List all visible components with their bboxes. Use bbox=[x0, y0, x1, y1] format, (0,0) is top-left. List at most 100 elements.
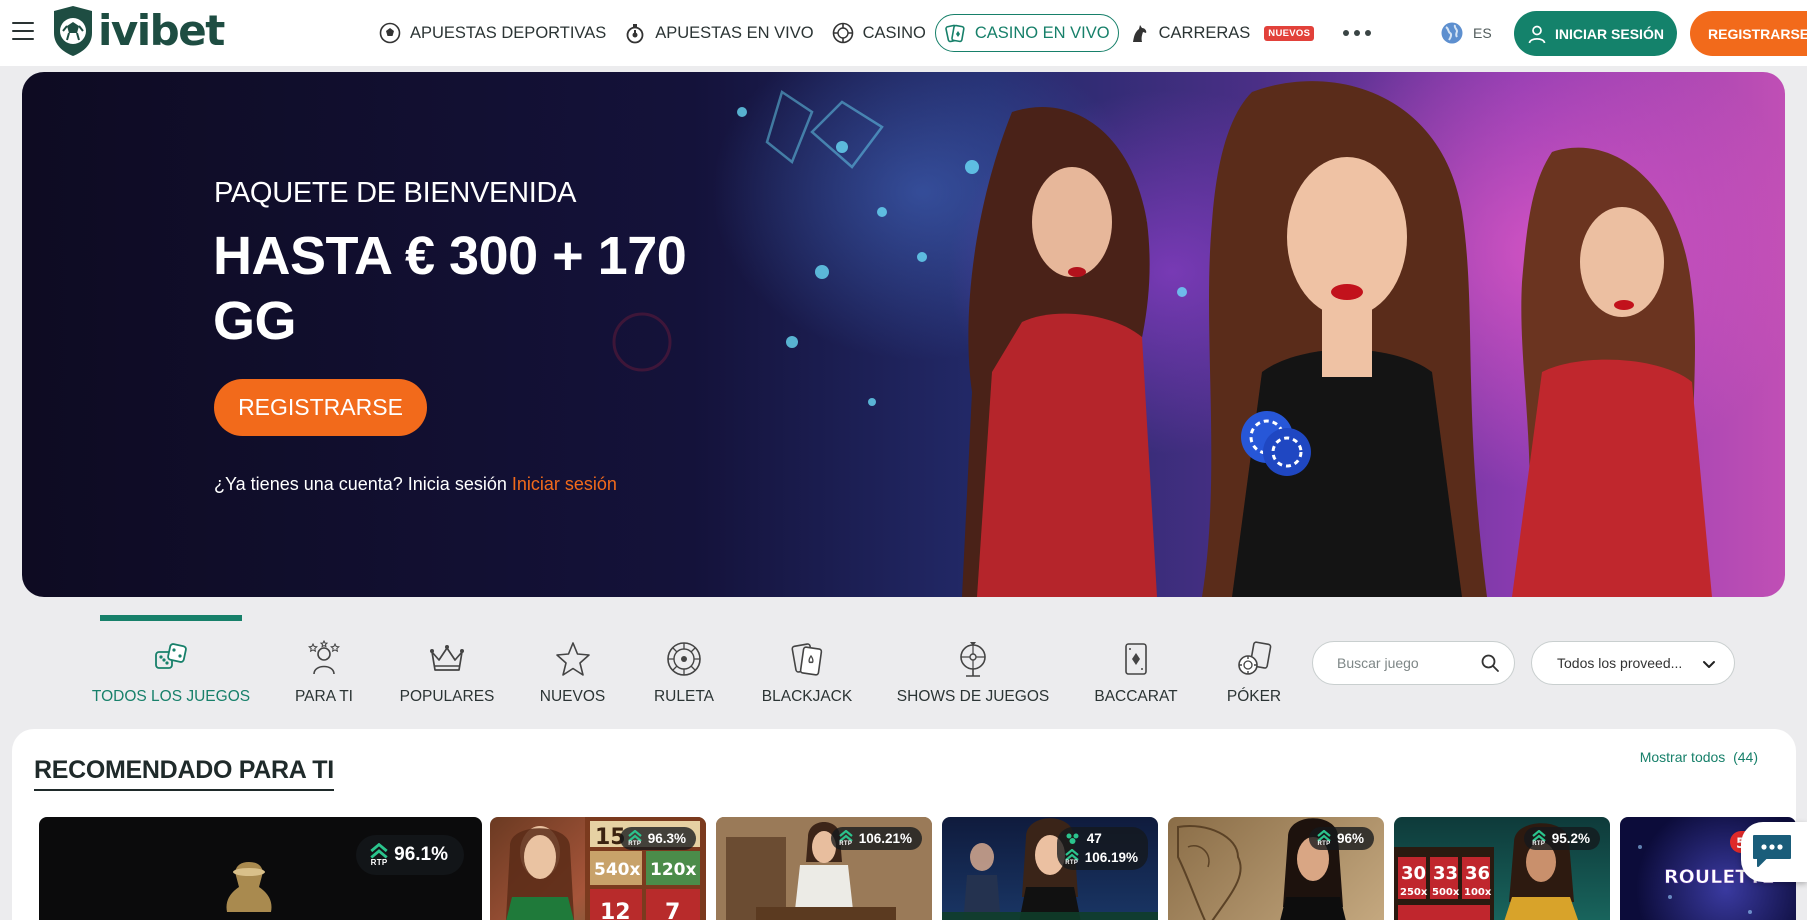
tab-all-games[interactable]: TODOS LOS JUEGOS bbox=[92, 615, 250, 715]
nav-live-casino[interactable]: CASINO EN VIVO bbox=[934, 14, 1119, 52]
nav-casino-label: CASINO bbox=[862, 23, 926, 42]
game-card[interactable]: RTP 106.21% bbox=[716, 817, 932, 920]
cards-icon bbox=[944, 22, 966, 44]
tile-number: 36 bbox=[1465, 863, 1490, 884]
nav-sports[interactable]: APUESTAS DEPORTIVAS bbox=[370, 14, 615, 52]
rtp-value: 96.1% bbox=[394, 844, 448, 865]
new-badge: NUEVOS bbox=[1264, 25, 1315, 41]
game-card[interactable]: 30 33 36 250x 500x 100x RTP 95.2% bbox=[1394, 817, 1610, 920]
tab-new-label: NUEVOS bbox=[539, 688, 606, 705]
more-menu-button[interactable] bbox=[1341, 24, 1373, 42]
rtp-value: 106.19% bbox=[1084, 850, 1138, 865]
nav-casino[interactable]: CASINO bbox=[823, 14, 935, 52]
rtp-value: 96.3% bbox=[647, 831, 686, 846]
tab-all-games-label: TODOS LOS JUEGOS bbox=[91, 688, 251, 705]
tab-new[interactable]: NUEVOS bbox=[535, 615, 610, 715]
nav-races[interactable]: CARRERAS NUEVOS bbox=[1119, 14, 1324, 52]
poker-chips-icon bbox=[1238, 641, 1272, 675]
dealers-photo bbox=[962, 81, 1712, 597]
game-search[interactable] bbox=[1312, 641, 1515, 685]
game-card[interactable]: 47 RTP 106.19% bbox=[942, 817, 1158, 920]
tab-poker[interactable]: PÓKER bbox=[1224, 615, 1284, 715]
tab-for-you-label: PARA TI bbox=[294, 688, 353, 705]
wheel-show-icon bbox=[960, 642, 986, 677]
provider-dropdown[interactable]: Todos los proveed... bbox=[1531, 641, 1735, 685]
rtp-badge: 47 RTP 106.19% bbox=[1056, 827, 1148, 870]
provider-dropdown-value: Todos los proveed... bbox=[1557, 655, 1683, 671]
tile-multiplier: 250x bbox=[1400, 887, 1428, 898]
rtp-value: 106.21% bbox=[858, 831, 912, 846]
nav-live-bets[interactable]: APUESTAS EN VIVO bbox=[615, 14, 822, 52]
show-all-count: (44) bbox=[1733, 749, 1758, 765]
tab-poker-label: PÓKER bbox=[1226, 688, 1282, 705]
tab-game-shows[interactable]: SHOWS DE JUEGOS bbox=[896, 615, 1050, 715]
tile-multiplier: 540x bbox=[594, 860, 640, 880]
baccarat-card-icon bbox=[1125, 643, 1147, 675]
show-all-label: Mostrar todos bbox=[1639, 749, 1726, 765]
register-button-label: REGISTRARSE bbox=[1708, 25, 1807, 42]
players-icon bbox=[1066, 833, 1079, 844]
game-card[interactable]: 15 540x 120x 12 7 RTP 96.3% bbox=[490, 817, 706, 920]
tile-multiplier: 100x bbox=[1464, 887, 1492, 898]
logo[interactable]: ivibet bbox=[50, 5, 225, 57]
game-card[interactable]: RTP 96.1% bbox=[39, 817, 482, 920]
login-button[interactable]: INICIAR SESIÓN bbox=[1514, 11, 1677, 56]
search-input[interactable] bbox=[1337, 655, 1477, 671]
nav-live-bets-label: APUESTAS EN VIVO bbox=[655, 23, 814, 42]
language-selector[interactable]: ES bbox=[1440, 21, 1492, 45]
person-stars-icon bbox=[308, 640, 340, 675]
rtp-up-icon: RTP bbox=[1317, 830, 1331, 847]
nav-races-label: CARRERAS bbox=[1158, 23, 1251, 42]
tile-number: 30 bbox=[1401, 863, 1426, 884]
tab-for-you[interactable]: PARA TI bbox=[280, 615, 368, 715]
rtp-badge: RTP 96.3% bbox=[619, 827, 696, 850]
language-code: ES bbox=[1473, 25, 1492, 41]
hero-register-button[interactable]: REGISTRARSE bbox=[214, 379, 427, 436]
rtp-up-icon: RTP bbox=[838, 830, 853, 847]
search-icon[interactable] bbox=[1480, 653, 1500, 673]
tab-blackjack-label: BLACKJACK bbox=[761, 688, 853, 705]
tab-blackjack[interactable]: BLACKJACK bbox=[760, 615, 854, 715]
live-chat-button[interactable] bbox=[1741, 822, 1807, 882]
chat-icon bbox=[1753, 835, 1791, 867]
user-icon bbox=[1528, 25, 1546, 43]
dice-icon bbox=[155, 643, 187, 669]
menu-icon[interactable] bbox=[12, 22, 34, 42]
logo-text: ivibet bbox=[98, 6, 225, 55]
blackjack-cards-icon bbox=[791, 643, 823, 676]
players-count: 47 bbox=[1065, 831, 1102, 846]
hero-login-link[interactable]: Iniciar sesión bbox=[512, 474, 617, 494]
casino-chip-icon bbox=[832, 22, 854, 44]
tile-number: 7 bbox=[665, 900, 680, 920]
hero-login-text: ¿Ya tienes una cuenta? Inicia sesión bbox=[214, 474, 507, 494]
rtp-up-icon: RTP bbox=[1064, 849, 1079, 866]
recommended-section: RECOMENDADO PARA TI Mostrar todos (44) R… bbox=[12, 729, 1796, 920]
welcome-banner: PAQUETE DE BIENVENIDA HASTA € 300 + 170 … bbox=[22, 72, 1785, 597]
tile-number: 33 bbox=[1433, 863, 1458, 884]
crown-icon bbox=[430, 645, 464, 671]
star-icon bbox=[555, 642, 590, 676]
hero-login-prompt: ¿Ya tienes una cuenta? Inicia sesión Ini… bbox=[214, 474, 617, 495]
tab-roulette-label: RULETA bbox=[653, 688, 714, 705]
rtp-value: 96% bbox=[1336, 831, 1364, 846]
hero-title: HASTA € 300 + 170 GG bbox=[213, 226, 687, 351]
nav-sports-label: APUESTAS DEPORTIVAS bbox=[410, 23, 607, 42]
tab-popular[interactable]: POPULARES bbox=[400, 615, 494, 715]
tab-game-shows-label: SHOWS DE JUEGOS bbox=[896, 688, 1050, 705]
tab-baccarat[interactable]: BACCARAT bbox=[1090, 615, 1182, 715]
section-title: RECOMENDADO PARA TI bbox=[34, 756, 334, 791]
globe-icon bbox=[1441, 22, 1463, 44]
tab-roulette[interactable]: RULETA bbox=[645, 615, 723, 715]
main-nav: APUESTAS DEPORTIVAS APUESTAS EN VIVO CAS… bbox=[370, 13, 1373, 53]
hero-eyebrow: PAQUETE DE BIENVENIDA bbox=[214, 177, 577, 209]
stopwatch-icon bbox=[624, 22, 646, 44]
rtp-up-icon: RTP bbox=[1532, 830, 1546, 847]
rtp-up-icon: RTP bbox=[628, 830, 642, 847]
hero-register-label: REGISTRARSE bbox=[238, 394, 403, 420]
rtp-badge: RTP 95.2% bbox=[1523, 827, 1600, 850]
game-card[interactable]: RTP 96% bbox=[1168, 817, 1384, 920]
register-button[interactable]: REGISTRARSE bbox=[1690, 11, 1807, 56]
roulette-icon bbox=[667, 642, 701, 676]
show-all-link[interactable]: Mostrar todos (44) bbox=[1640, 749, 1758, 765]
rtp-value: 95.2% bbox=[1551, 831, 1590, 846]
